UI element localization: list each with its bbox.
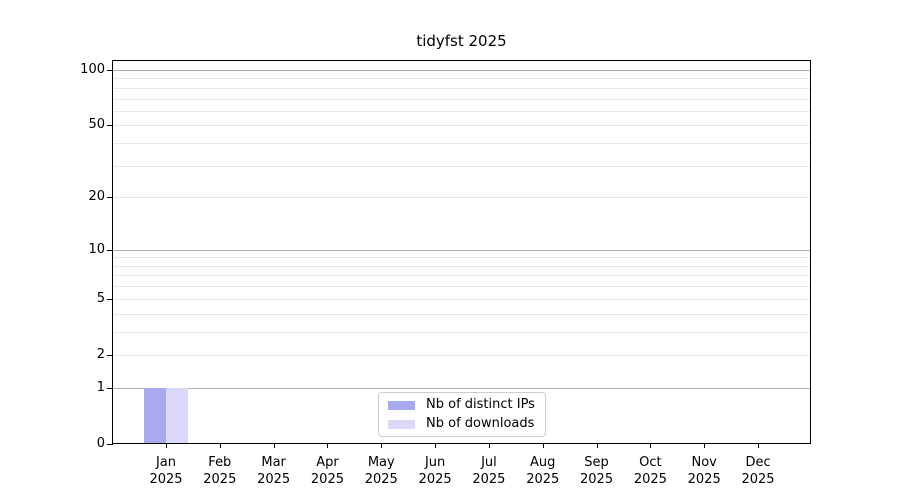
x-axis-tick <box>166 443 167 448</box>
bar-nb-of-downloads-jan-2025 <box>166 388 188 443</box>
x-axis-tick <box>704 443 706 448</box>
y-axis-tick-label: 20 <box>88 189 105 205</box>
gridline-minor <box>113 265 810 267</box>
legend-label: Nb of downloads <box>426 416 535 431</box>
gridline-minor <box>113 78 810 80</box>
figure: tidyfst 2025 Nb of distinct IPs Nb of do… <box>0 0 900 500</box>
x-axis-tick <box>219 443 221 448</box>
y-axis-tick-label: 1 <box>96 379 105 395</box>
legend-swatch-distinct-ips <box>388 400 415 410</box>
y-axis-tick <box>107 197 113 199</box>
gridline-minor <box>113 313 810 315</box>
y-axis-tick-label: 0 <box>96 436 105 451</box>
y-axis-tick-label: 5 <box>96 290 105 306</box>
gridline-minor <box>113 125 810 127</box>
x-axis-tick <box>435 443 437 448</box>
legend-item: Nb of downloads <box>388 416 536 432</box>
y-axis-tick <box>107 69 113 71</box>
y-axis-tick-label: 10 <box>88 241 105 257</box>
x-axis-tick <box>596 443 598 448</box>
y-axis-tick-label: 2 <box>96 346 105 362</box>
legend: Nb of distinct IPs Nb of downloads <box>378 392 546 437</box>
gridline-minor <box>113 275 810 277</box>
plot-area <box>107 60 811 448</box>
gridline-major <box>113 387 810 389</box>
gridline-minor <box>113 354 810 356</box>
gridline-minor <box>113 87 810 89</box>
x-axis-tick <box>488 443 490 448</box>
x-axis-tick <box>758 443 760 448</box>
y-axis-tick <box>107 298 113 300</box>
x-axis-tick <box>542 443 544 448</box>
gridline-minor <box>113 143 810 145</box>
x-axis-tick <box>327 443 329 448</box>
chart-title: tidyfst 2025 <box>416 32 507 50</box>
gridline-minor <box>113 110 810 112</box>
gridline-minor <box>113 257 810 259</box>
y-axis-tick-label: 100 <box>80 61 105 77</box>
gridline-minor <box>113 165 810 167</box>
y-axis-tick <box>107 125 113 127</box>
x-axis-tick <box>650 443 652 448</box>
x-axis-tick-label: Dec 2025 <box>741 455 775 487</box>
y-axis-tick <box>107 387 113 389</box>
legend-swatch-downloads <box>388 419 415 429</box>
gridline-major <box>113 69 810 71</box>
gridline-minor <box>113 298 810 300</box>
y-axis-tick <box>107 249 113 251</box>
legend-label: Nb of distinct IPs <box>426 397 535 412</box>
gridline-major <box>113 249 810 251</box>
gridline-minor <box>113 98 810 100</box>
y-axis-tick <box>107 444 113 445</box>
x-axis-tick <box>273 443 275 448</box>
y-axis-tick <box>107 354 113 356</box>
bar-nb-of-distinct-ips-jan-2025 <box>144 388 166 443</box>
gridline-minor <box>113 286 810 288</box>
gridline-minor <box>113 331 810 333</box>
gridline-minor <box>113 197 810 199</box>
y-axis-tick-label: 50 <box>88 117 105 133</box>
legend-item: Nb of distinct IPs <box>388 397 536 413</box>
x-axis-tick <box>381 443 383 448</box>
